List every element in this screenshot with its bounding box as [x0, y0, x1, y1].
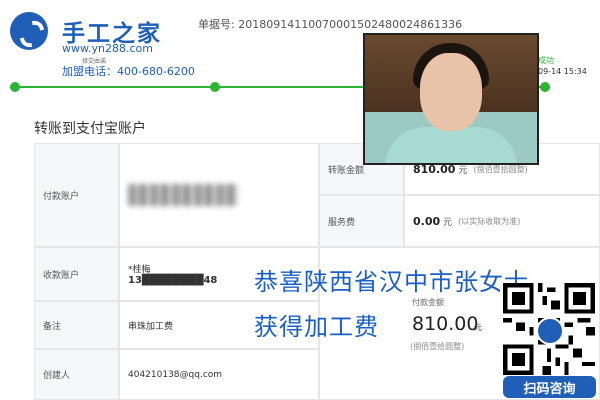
- qr-code-icon[interactable]: [500, 283, 598, 375]
- payer-value: [119, 143, 319, 247]
- amount-hint: (捌佰壹拾圆整): [473, 164, 528, 174]
- progress-date: 09-14 15:34: [538, 67, 587, 76]
- brand-url[interactable]: www.yn288.com: [62, 42, 153, 55]
- pay-amount-label: 付款金额: [412, 298, 444, 307]
- progress-status: 成功: [538, 56, 554, 65]
- payee-label: 收款账户: [34, 247, 119, 301]
- fee-value: 0.00: [413, 214, 441, 228]
- progress-step-1: [10, 82, 20, 92]
- pay-unit: 元: [474, 323, 482, 332]
- fee-unit: 元: [443, 217, 453, 228]
- creator-value: 404210138@qq.com: [119, 349, 319, 400]
- pay-hint: (捌佰壹拾圆整): [410, 342, 465, 351]
- person-photo: [363, 33, 539, 165]
- progress-step-final: [540, 82, 550, 92]
- qr-logo-icon: [536, 317, 564, 345]
- receipt-number: 单据号: 20180914110070001502480024861336: [198, 18, 463, 31]
- note-label: 备注: [34, 301, 119, 349]
- brand-logo-icon: [10, 12, 48, 50]
- payer-account-blurred: [128, 184, 238, 206]
- scan-consult-button[interactable]: 扫码咨询: [503, 376, 596, 398]
- payee-name: *桂梅: [128, 265, 151, 275]
- photo-body: [385, 127, 517, 163]
- payer-label: 付款账户: [34, 143, 119, 247]
- progress-step-2: [210, 82, 220, 92]
- section-title: 转账到支付宝账户: [34, 121, 146, 137]
- fee-hint: (以实际收取为准): [458, 216, 521, 226]
- pay-amount: 810.00: [412, 313, 479, 335]
- brand-phone: 加盟电话：400-680-6200: [62, 65, 195, 78]
- announcement-line-1: 恭喜陕西省汉中市张女士: [254, 268, 529, 296]
- announcement-line-2: 获得加工费: [254, 313, 379, 341]
- fee-label: 服务费: [319, 195, 404, 247]
- payee-account: 13████████48: [128, 275, 218, 286]
- photo-face: [420, 53, 482, 131]
- fee-row: 0.00 元 (以实际收取为准): [404, 195, 600, 247]
- creator-label: 创建人: [34, 349, 119, 400]
